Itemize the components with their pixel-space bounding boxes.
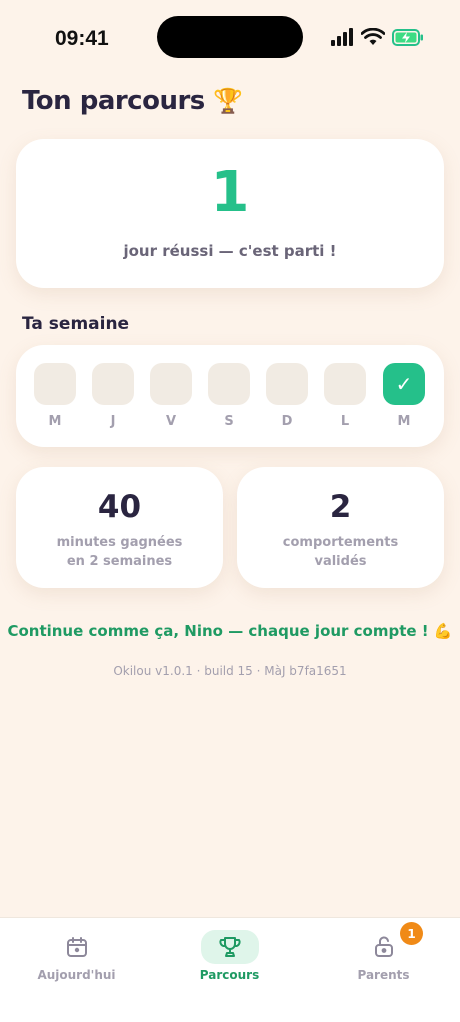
stat-caption-line: minutes gagnées (56, 535, 183, 550)
day-status-box (92, 363, 134, 405)
stat-caption-line: comportements (282, 535, 399, 550)
tab-label: Aujourd'hui (37, 968, 116, 982)
stat-value: 2 (329, 489, 352, 525)
day-column: L (324, 363, 366, 429)
trophy-emoji-icon: 🏆 (213, 87, 243, 115)
day-column: S (208, 363, 250, 429)
status-time: 09:41 (55, 27, 109, 50)
streak-card: 1 jour réussi — c'est parti ! (16, 139, 444, 288)
status-bar: 09:41 (0, 0, 460, 76)
day-status-box (34, 363, 76, 405)
page-title-text: Ton parcours (22, 86, 205, 116)
trophy-icon (200, 930, 259, 964)
day-label: J (110, 414, 116, 429)
day-done-check-icon: ✓ (383, 363, 425, 405)
day-label: V (165, 414, 177, 429)
version-info: Okilou v1.0.1 · build 15 · MàJ b7fa1651 (113, 664, 347, 678)
stat-caption-line: en 2 semaines (66, 554, 173, 569)
streak-caption: jour réussi — c'est parti ! (123, 242, 337, 260)
day-status-box (150, 363, 192, 405)
tab-label: Parcours (199, 968, 260, 982)
calendar-icon (48, 930, 106, 964)
day-status-box (266, 363, 308, 405)
page-title: Ton parcours 🏆 (22, 86, 243, 116)
minutes-stat-card: 40 minutes gagnées en 2 semaines (16, 467, 223, 588)
tab-today[interactable]: Aujourd'hui (0, 918, 153, 998)
day-column: V (150, 363, 192, 429)
day-column: ✓ M (383, 363, 425, 429)
dynamic-island (157, 16, 303, 58)
day-status-box (208, 363, 250, 405)
stat-caption: minutes gagnées en 2 semaines (16, 533, 223, 571)
week-card: M J V S D L ✓ M (16, 345, 444, 447)
day-label: S (224, 414, 234, 429)
stat-value: 40 (97, 489, 142, 525)
battery-charging-icon (392, 29, 423, 46)
encouragement-message: Continue comme ça, Nino — chaque jour co… (7, 622, 453, 640)
notification-badge: 1 (400, 922, 423, 945)
streak-count: 1 (210, 160, 250, 225)
day-column: D (266, 363, 308, 429)
day-label: M (397, 414, 411, 429)
tab-parcours[interactable]: Parcours (153, 918, 306, 998)
day-label: D (281, 414, 293, 429)
week-section-title: Ta semaine (22, 314, 130, 334)
stat-caption: comportements validés (237, 533, 444, 571)
day-column: M (34, 363, 76, 429)
day-label: L (340, 414, 350, 429)
behaviors-stat-card: 2 comportements validés (237, 467, 444, 588)
day-column: J (92, 363, 134, 429)
day-status-box (324, 363, 366, 405)
tab-parents[interactable]: Parents (307, 918, 460, 998)
tab-bar: Aujourd'hui Parcours Parents (0, 917, 460, 1022)
stat-caption-line: validés (314, 554, 367, 569)
tab-label: Parents (357, 968, 410, 982)
wifi-icon (361, 28, 385, 45)
day-label: M (48, 414, 62, 429)
signal-icon (331, 28, 353, 46)
